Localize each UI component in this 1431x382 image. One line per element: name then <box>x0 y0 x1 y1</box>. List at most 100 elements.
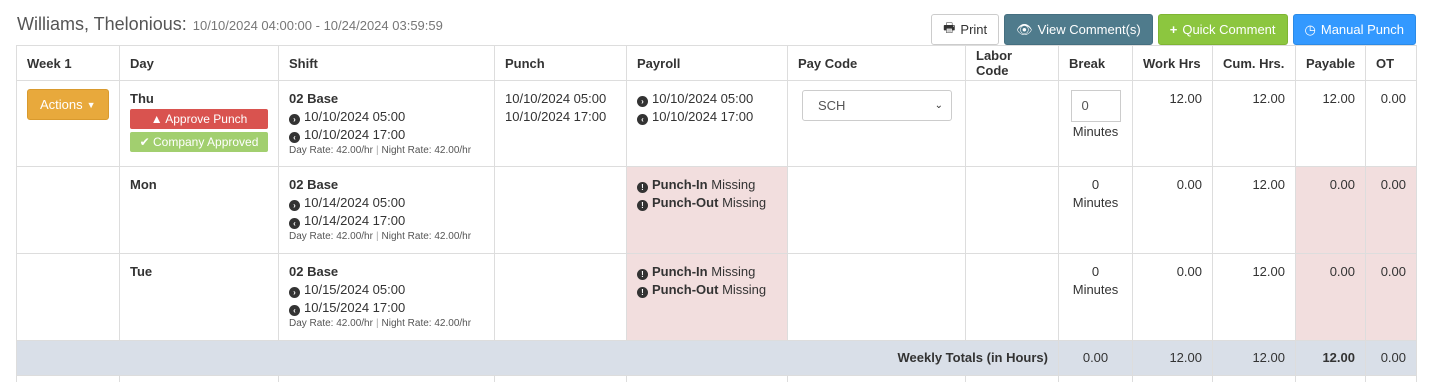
pay-code-select[interactable]: SCH ⌄ <box>802 90 952 121</box>
labor-code-cell <box>965 80 1059 167</box>
clock-icon: ◷ <box>1304 21 1316 37</box>
total-ot: 0.00 <box>1365 340 1417 376</box>
ot-hrs: 0.00 <box>1365 80 1417 167</box>
missing-out-label: Punch-Out <box>652 282 719 297</box>
total-work-hrs: 12.00 <box>1132 340 1213 376</box>
check-icon: ✔ <box>139 135 150 149</box>
weekly-totals-row: Weekly Totals (in Hours) 0.00 12.00 12.0… <box>16 340 1417 376</box>
eye-icon: 👁 <box>1016 21 1033 37</box>
arrow-right-circle-icon: › <box>289 200 300 211</box>
table-row: Mon 02 Base › 10/14/2024 05:00 ‹ 10/14/202… <box>16 166 1417 254</box>
actions-label: Actions <box>40 96 83 112</box>
view-comments-button[interactable]: 👁 View Comment(s) <box>1004 14 1153 45</box>
manual-punch-button[interactable]: ◷ Manual Punch <box>1292 14 1416 45</box>
break-input[interactable]: 0 <box>1070 90 1121 122</box>
labor-code-cell <box>965 166 1059 254</box>
exclamation-circle-icon: ! <box>637 182 648 193</box>
col-work-hrs: Work Hrs <box>1132 45 1213 81</box>
shift-start: 10/14/2024 05:00 <box>304 195 406 210</box>
shift-end: 10/10/2024 17:00 <box>304 127 406 142</box>
payable-hrs: 12.00 <box>1295 80 1366 167</box>
shift-end: 10/15/2024 17:00 <box>304 300 406 315</box>
punch-cell <box>494 166 627 254</box>
total-break: 0.00 <box>1058 340 1133 376</box>
warning-icon: ▲ <box>150 112 163 126</box>
page-header: Williams, Thelonious: 10/10/2024 04:00:0… <box>17 14 443 44</box>
shift-cell: 02 Base › 10/15/2024 05:00 ‹ 10/15/2024 17… <box>278 253 495 341</box>
work-hrs: 0.00 <box>1132 253 1213 341</box>
actions-dropdown-button[interactable]: Actions ▼ <box>27 89 109 120</box>
col-payroll: Payroll <box>626 45 788 81</box>
weekly-totals-label: Weekly Totals (in Hours) <box>16 340 1059 376</box>
shift-start: 10/10/2024 05:00 <box>304 109 406 124</box>
approve-punch-button[interactable]: ▲ Approve Punch <box>130 109 268 129</box>
day-rate: Day Rate: 42.00/hr <box>289 145 373 156</box>
shift-name: 02 Base <box>289 91 339 106</box>
payroll-cell: ! Punch-In Missing ! Punch-Out Missing <box>626 166 788 254</box>
payroll-cell: › 10/10/2024 05:00 ‹ 10/10/2024 17:00 <box>626 80 788 167</box>
col-cum-hrs: Cum. Hrs. <box>1212 45 1296 81</box>
day-rate: Day Rate: 42.00/hr <box>289 318 373 329</box>
col-day: Day <box>119 45 279 81</box>
pay-code-cell <box>787 166 966 254</box>
col-shift: Shift <box>278 45 495 81</box>
ot-hrs: 0.00 <box>1365 253 1417 341</box>
print-label: Print <box>960 22 988 37</box>
ot-hrs: 0.00 <box>1365 166 1417 254</box>
print-button[interactable]: 🖶 Print <box>931 14 1000 45</box>
pay-period-range: 10/10/2024 04:00:00 - 10/24/2024 03:59:5… <box>192 18 443 33</box>
shift-end: 10/14/2024 17:00 <box>304 213 406 228</box>
missing-text: Missing <box>711 264 756 279</box>
punch-in: 10/10/2024 05:00 <box>505 91 607 106</box>
company-approved-badge: ✔ Company Approved <box>130 132 268 152</box>
col-punch: Punch <box>494 45 627 81</box>
cum-hrs: 12.00 <box>1212 80 1296 167</box>
col-labor-code: Labor Code <box>965 45 1059 81</box>
work-hrs: 0.00 <box>1132 166 1213 254</box>
cum-hrs: 12.00 <box>1212 253 1296 341</box>
col-week: Week 1 <box>16 45 120 81</box>
break-value: 0 <box>1091 177 1100 192</box>
break-value: 0 <box>1081 98 1089 113</box>
actions-cell: Actions ▼ <box>16 80 120 167</box>
approve-punch-label: Approve Punch <box>165 112 248 126</box>
punch-cell: 10/10/2024 05:00 10/10/2024 17:00 <box>494 80 627 167</box>
table-row <box>16 375 1417 382</box>
payroll-cell: ! Punch-In Missing ! Punch-Out Missing <box>626 253 788 341</box>
company-approved-label: Company Approved <box>153 135 259 149</box>
pay-code-cell <box>787 253 966 341</box>
col-payable: Payable <box>1295 45 1366 81</box>
timecard-table: Week 1 Day Shift Punch Payroll Pay Code … <box>16 45 1417 382</box>
break-unit: Minutes <box>1072 124 1119 139</box>
missing-out-label: Punch-Out <box>652 195 719 210</box>
break-cell: 0 Minutes <box>1058 253 1133 341</box>
chevron-down-icon: ⌄ <box>934 99 943 111</box>
exclamation-circle-icon: ! <box>637 287 648 298</box>
missing-text: Missing <box>722 195 767 210</box>
payable-hrs: 0.00 <box>1295 253 1366 341</box>
quick-comment-button[interactable]: + Quick Comment <box>1157 14 1288 45</box>
work-hrs: 12.00 <box>1132 80 1213 167</box>
col-ot: OT <box>1365 45 1417 81</box>
col-pay-code: Pay Code <box>787 45 966 81</box>
day-label: Mon <box>130 177 157 192</box>
shift-name: 02 Base <box>289 177 339 192</box>
break-cell: 0 Minutes <box>1058 80 1133 167</box>
missing-in-label: Punch-In <box>652 264 708 279</box>
missing-text: Missing <box>722 282 767 297</box>
exclamation-circle-icon: ! <box>637 200 648 211</box>
punch-out: 10/10/2024 17:00 <box>505 109 607 124</box>
day-label: Tue <box>130 264 153 279</box>
day-rate: Day Rate: 42.00/hr <box>289 231 373 242</box>
arrow-right-circle-icon: › <box>289 114 300 125</box>
table-row: Tue 02 Base › 10/15/2024 05:00 ‹ 10/15/202… <box>16 253 1417 341</box>
payroll-out: 10/10/2024 17:00 <box>652 109 754 124</box>
total-cum-hrs: 12.00 <box>1212 340 1296 376</box>
pay-code-value: SCH <box>818 97 846 113</box>
pay-code-cell: SCH ⌄ <box>787 80 966 167</box>
day-label: Thu <box>130 91 154 106</box>
day-cell: Thu ▲ Approve Punch ✔ Company Approved <box>119 80 279 167</box>
payable-hrs: 0.00 <box>1295 166 1366 254</box>
payroll-in: 10/10/2024 05:00 <box>652 91 754 106</box>
arrow-left-circle-icon: ‹ <box>289 218 300 229</box>
